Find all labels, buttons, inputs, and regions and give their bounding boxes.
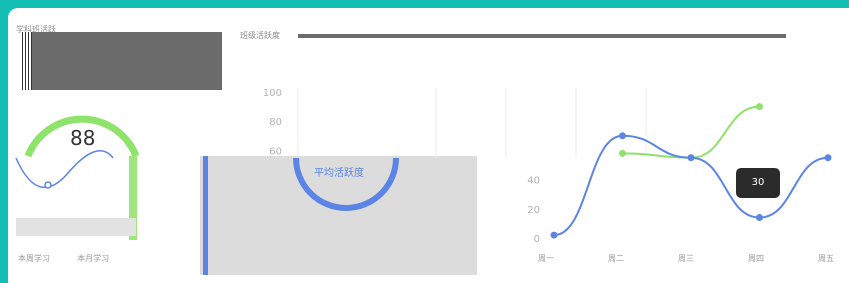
x-tick-label: 周一 xyxy=(538,254,554,263)
series-line xyxy=(553,134,829,237)
y-tick-label: 60 xyxy=(269,146,282,157)
y-tick-label: 0 xyxy=(534,234,540,245)
series-point[interactable] xyxy=(550,231,558,239)
chart-tooltip: 30 xyxy=(736,168,780,198)
tooltip-value: 30 xyxy=(751,177,765,188)
line-chart: 100 80 60 40 20 0 周一 周二 周三 周四 周五 xyxy=(263,88,834,263)
x-tick-label: 周四 xyxy=(748,254,764,263)
dashboard: 学科班活跃 班级活跃度 88 本周学习 本月学习 平均活跃度 100 80 60 40… xyxy=(8,8,849,283)
y-tick-label: 80 xyxy=(269,117,282,128)
x-tick-label: 周五 xyxy=(818,254,834,263)
series-point[interactable] xyxy=(619,132,626,140)
series-point[interactable] xyxy=(756,103,763,111)
series-point[interactable] xyxy=(687,154,695,162)
y-tick-label: 40 xyxy=(527,176,540,187)
y-tick-label: 100 xyxy=(263,88,282,99)
series-point[interactable] xyxy=(824,154,832,162)
x-tick-label: 周二 xyxy=(608,254,624,263)
x-tick-label: 周三 xyxy=(678,254,694,263)
y-tick-label: 20 xyxy=(527,205,540,216)
series-line xyxy=(622,105,760,159)
series-point[interactable] xyxy=(756,214,763,222)
series-point[interactable] xyxy=(619,149,626,157)
